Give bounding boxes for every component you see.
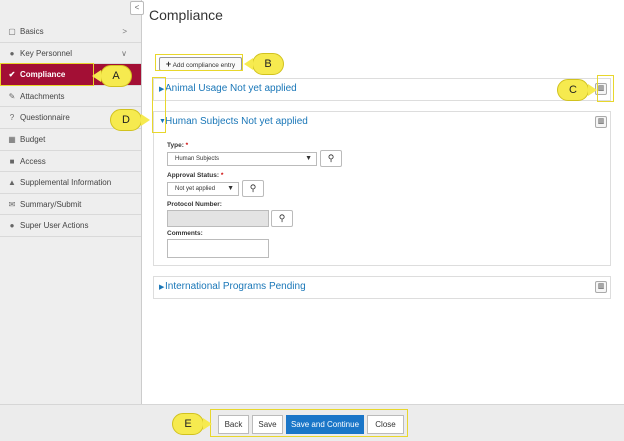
approval-status-search-button[interactable]: ⚲ [242, 180, 264, 197]
panel-header[interactable]: ▶ Animal Usage Not yet applied ▥ [154, 79, 610, 101]
dropdown-arrow-icon: ▼ [305, 155, 312, 162]
highlight-footer-buttons [210, 409, 408, 437]
calculator-icon: ▦ [8, 134, 16, 144]
question-icon: ? [9, 113, 15, 123]
panel-title[interactable]: Animal Usage Not yet applied [165, 83, 297, 94]
page-title: Compliance [149, 7, 223, 23]
panel-title[interactable]: International Programs Pending [165, 281, 306, 292]
sidebar-item-label: Supplemental Information [20, 178, 112, 188]
approval-status-field-label: Approval Status: * [167, 172, 223, 179]
callout-d: D [110, 109, 150, 131]
type-select[interactable]: Human Subjects ▼ [167, 152, 317, 166]
dropdown-arrow-icon: ▼ [227, 185, 234, 192]
highlight-trash [597, 75, 614, 102]
comments-label: Comments: [167, 230, 203, 237]
bank-icon: ▲ [8, 178, 16, 188]
callout-a: A [92, 65, 132, 87]
sidebar-item-label: Summary/Submit [20, 199, 82, 209]
sidebar-item-label: Questionnaire [20, 113, 70, 123]
approval-status-value: Not yet applied [175, 186, 216, 192]
search-icon: ⚲ [249, 183, 257, 193]
search-icon: ⚲ [278, 213, 286, 223]
type-search-button[interactable]: ⚲ [320, 150, 342, 167]
protocol-number-label: Protocol Number: [167, 201, 222, 208]
sidebar-item-supplemental-information[interactable]: ▲ Supplemental Information [0, 172, 141, 194]
required-marker: * [185, 142, 189, 149]
search-icon: ⚲ [327, 153, 335, 163]
sidebar-item-key-personnel[interactable]: ● Key Personnel ∨ [0, 43, 141, 65]
comments-input[interactable] [167, 239, 269, 258]
protocol-number-search-button[interactable]: ⚲ [271, 210, 293, 227]
protocol-number-input[interactable] [167, 210, 269, 227]
approval-status-label-text: Approval Status: [167, 172, 220, 179]
paperclip-icon: ✎ [8, 91, 16, 101]
sidebar-item-label: Budget [20, 134, 46, 144]
panel-human-subjects: ▼ Human Subjects Not yet applied ▥ Type:… [153, 111, 611, 266]
lock-icon: ■ [9, 156, 15, 166]
highlight-compliance [0, 63, 94, 86]
trash-icon[interactable]: ▥ [595, 281, 607, 293]
user-icon: ● [9, 48, 15, 58]
users-icon: ● [9, 221, 15, 231]
chevron-down-icon: ∨ [121, 48, 127, 58]
panel-header[interactable]: ▶ International Programs Pending ▥ [154, 277, 610, 299]
collapse-sidebar-icon[interactable]: < [130, 1, 144, 15]
sidebar-item-super-user-actions[interactable]: ● Super User Actions [0, 215, 141, 237]
panel-animal-usage: ▶ Animal Usage Not yet applied ▥ [153, 78, 611, 101]
trash-icon[interactable]: ▥ [595, 116, 607, 128]
sidebar-item-label: Basics [20, 27, 44, 36]
callout-b: B [244, 53, 284, 75]
type-field-label: Type: * [167, 142, 188, 149]
type-select-value: Human Subjects [175, 156, 220, 162]
approval-status-select[interactable]: Not yet applied ▼ [167, 182, 239, 196]
sidebar-item-attachments[interactable]: ✎ Attachments [0, 86, 141, 108]
panel-title[interactable]: Human Subjects Not yet applied [165, 116, 308, 127]
callout-c: C [557, 79, 597, 101]
caret-right-icon[interactable]: ▶ [159, 283, 164, 291]
sidebar-item-label: Key Personnel [20, 48, 73, 58]
highlight-add-entry [155, 54, 243, 71]
sidebar: < ▢ Basics > ● Key Personnel ∨ ✔ Complia… [0, 0, 144, 404]
chevron-right-icon: > [122, 27, 127, 36]
sidebar-item-access[interactable]: ■ Access [0, 151, 141, 173]
required-marker: * [220, 172, 224, 179]
sidebar-item-budget[interactable]: ▦ Budget [0, 129, 141, 151]
envelope-icon: ✉ [8, 199, 16, 209]
panel-header[interactable]: ▼ Human Subjects Not yet applied ▥ [154, 112, 610, 134]
sidebar-item-label: Access [20, 156, 46, 166]
type-label-text: Type: [167, 142, 184, 149]
sidebar-item-label: Attachments [20, 91, 65, 101]
document-icon: ▢ [8, 27, 16, 36]
sidebar-item-label: Super User Actions [20, 221, 89, 231]
sidebar-item-summary-submit[interactable]: ✉ Summary/Submit [0, 194, 141, 216]
highlight-carets [152, 77, 166, 133]
sidebar-item-basics[interactable]: ▢ Basics > [0, 21, 141, 43]
panel-international-programs: ▶ International Programs Pending ▥ [153, 276, 611, 299]
callout-e: E [172, 413, 212, 435]
